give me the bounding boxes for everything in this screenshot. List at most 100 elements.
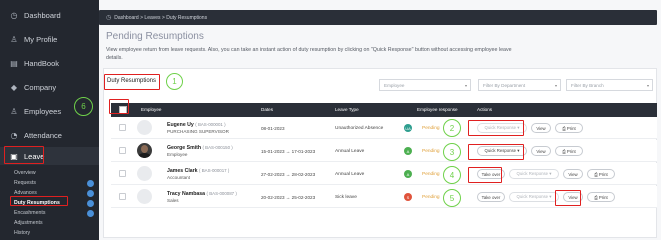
- sidebar-subitem-advances[interactable]: Advances: [6, 188, 96, 198]
- employee-role: Employee: [167, 152, 188, 157]
- sidebar-subitem-label: Encashments: [14, 210, 46, 216]
- breadcrumb-text[interactable]: Dashboard > Leaves > Duty Resumptions: [114, 15, 207, 21]
- employee-name[interactable]: Eugene Uy ( BAS-000001 ): [167, 122, 226, 128]
- employee-role: Accountant: [167, 175, 190, 180]
- main-content: ◷ Dashboard > Leaves > Duty Resumptions …: [99, 0, 661, 240]
- view-button[interactable]: View: [531, 123, 551, 133]
- employee-response-status: Pending: [422, 172, 440, 177]
- employee-name[interactable]: Tracy Nambasa ( BAS-000087 ): [167, 191, 237, 197]
- tab-duty-resumptions[interactable]: Duty Resumptions: [107, 78, 156, 84]
- print-button[interactable]: ⎙ Print: [587, 169, 615, 179]
- sidebar-subitem-history[interactable]: History: [6, 228, 96, 238]
- sidebar-item-label: Employees: [24, 106, 62, 116]
- take-over-button[interactable]: Take over: [477, 169, 505, 179]
- sidebar-subitem-duty-resumptions[interactable]: Duty Resumptions: [6, 198, 96, 208]
- page-title: Pending Resumptions: [106, 31, 204, 42]
- column-header-leave-type: Leave Type: [335, 107, 359, 112]
- quick-response-button[interactable]: Quick Response ▾: [509, 169, 559, 179]
- column-header-employee-response: Employee response: [417, 107, 458, 112]
- dashboard-icon: ◷: [10, 10, 18, 20]
- quick-response-button[interactable]: Quick Response ▾: [477, 123, 527, 133]
- step-marker-5: 5: [443, 189, 461, 207]
- filters-row: Duty Resumptions Employee ▾ Filter By De…: [104, 69, 658, 99]
- print-button[interactable]: ⎙ Print: [587, 192, 615, 202]
- department-filter-placeholder: Filter By Department: [483, 82, 526, 88]
- column-header-dates: Dates: [261, 107, 274, 112]
- department-filter[interactable]: Filter By Department ▾: [478, 79, 561, 91]
- employee-name[interactable]: George Smith ( BAS-000150 ): [167, 145, 233, 151]
- leave-type-badge: A: [404, 170, 412, 178]
- column-header-employee: Employee: [141, 107, 162, 112]
- branch-filter[interactable]: Filter By Branch ▾: [566, 79, 653, 91]
- sidebar-subitem-label: History: [14, 230, 31, 236]
- leave-type-badge: A: [404, 147, 412, 155]
- step-marker-1: 1: [166, 73, 183, 90]
- row-checkbox[interactable]: [119, 124, 126, 131]
- leave-dates: 15-01-2023 → 17-01-2023: [261, 149, 316, 154]
- sidebar-subitem-encashments[interactable]: Encashments: [6, 208, 96, 218]
- table-row: George Smith ( BAS-000150 ) Employee 15-…: [111, 140, 657, 162]
- quick-response-button[interactable]: Quick Response ▾: [509, 192, 559, 202]
- column-header-actions: Actions: [477, 107, 493, 112]
- sidebar-item-label: Leave: [24, 151, 45, 161]
- view-button[interactable]: View: [563, 192, 583, 202]
- chevron-down-icon: ▾: [464, 82, 467, 88]
- employee-code: ( BAS-000150 ): [202, 145, 233, 150]
- employee-name[interactable]: James Clark ( BAS-000017 ): [167, 168, 229, 174]
- employee-role: Sales: [167, 198, 179, 203]
- company-icon: ◆: [10, 82, 18, 92]
- sidebar-subitem-label: Overview: [14, 170, 36, 176]
- view-button[interactable]: View: [563, 169, 583, 179]
- quick-response-button[interactable]: Quick Response ▾: [477, 146, 527, 156]
- sidebar-item-handbook[interactable]: ▤ HandBook: [0, 54, 99, 72]
- employee-filter[interactable]: Employee ▾: [379, 79, 471, 91]
- step-marker-6: 6: [74, 97, 93, 116]
- avatar: [137, 143, 152, 158]
- print-button[interactable]: ⎙ Print: [555, 146, 583, 156]
- select-all-checkbox[interactable]: [119, 106, 127, 114]
- sidebar-item-attendance[interactable]: ◔ Attendance: [0, 126, 99, 144]
- employee-code: ( BAS-000017 ): [199, 168, 230, 173]
- page-description: View employee return from leave requests…: [106, 47, 512, 61]
- resumptions-card: Duty Resumptions Employee ▾ Filter By De…: [103, 68, 657, 238]
- employee-code: ( BAS-000001 ): [195, 122, 226, 127]
- sidebar-item-my-profile[interactable]: ♙ My Profile: [0, 30, 99, 48]
- avatar: [137, 166, 152, 181]
- leave-dates: 27-02-2023 → 28-02-2023: [261, 172, 316, 177]
- leave-type: Annual Leave: [335, 172, 365, 177]
- sidebar-item-label: Attendance: [24, 130, 62, 140]
- take-over-button[interactable]: Take over: [477, 192, 505, 202]
- avatar: [137, 120, 152, 135]
- count-badge: [87, 209, 94, 217]
- leave-type-badge: UA: [404, 124, 412, 132]
- sidebar-item-label: Dashboard: [24, 10, 61, 20]
- sidebar-subitem-adjustments[interactable]: Adjustments: [6, 218, 96, 228]
- sidebar-subitem-overview[interactable]: Overview: [6, 168, 96, 178]
- print-button[interactable]: ⎙ Print: [555, 123, 583, 133]
- sidebar-item-leave[interactable]: ▣ Leave: [0, 147, 99, 165]
- employees-icon: ♙: [10, 106, 18, 116]
- table-row: Eugene Uy ( BAS-000001 ) PURCHASING SUPE…: [111, 117, 657, 139]
- leave-type: Unauthorized Absence: [335, 126, 384, 131]
- view-button[interactable]: View: [531, 146, 551, 156]
- table-header: Employee Dates Leave Type Employee respo…: [111, 103, 657, 117]
- step-marker-2: 2: [443, 119, 461, 137]
- employee-response-status: Pending: [422, 195, 440, 200]
- sidebar-subitem-requests[interactable]: Requests: [6, 178, 96, 188]
- avatar: [137, 189, 152, 204]
- sidebar: ◷ Dashboard ♙ My Profile ▤ HandBook ◆ Co…: [0, 0, 99, 240]
- step-marker-3: 3: [443, 143, 461, 161]
- row-checkbox[interactable]: [119, 147, 126, 154]
- sidebar-item-label: Company: [24, 82, 57, 92]
- count-badge: [87, 179, 94, 187]
- employee-filter-placeholder: Employee: [384, 82, 405, 88]
- leave-type: Annual Leave: [335, 149, 365, 154]
- employee-role: PURCHASING SUPERVISOR: [167, 129, 229, 134]
- step-marker-4: 4: [443, 166, 461, 184]
- dashboard-icon: ◷: [106, 14, 112, 21]
- row-checkbox[interactable]: [119, 193, 126, 200]
- sidebar-item-dashboard[interactable]: ◷ Dashboard: [0, 6, 99, 24]
- sidebar-item-company[interactable]: ◆ Company: [0, 78, 99, 96]
- sidebar-subitem-label: Requests: [14, 180, 36, 186]
- row-checkbox[interactable]: [119, 170, 126, 177]
